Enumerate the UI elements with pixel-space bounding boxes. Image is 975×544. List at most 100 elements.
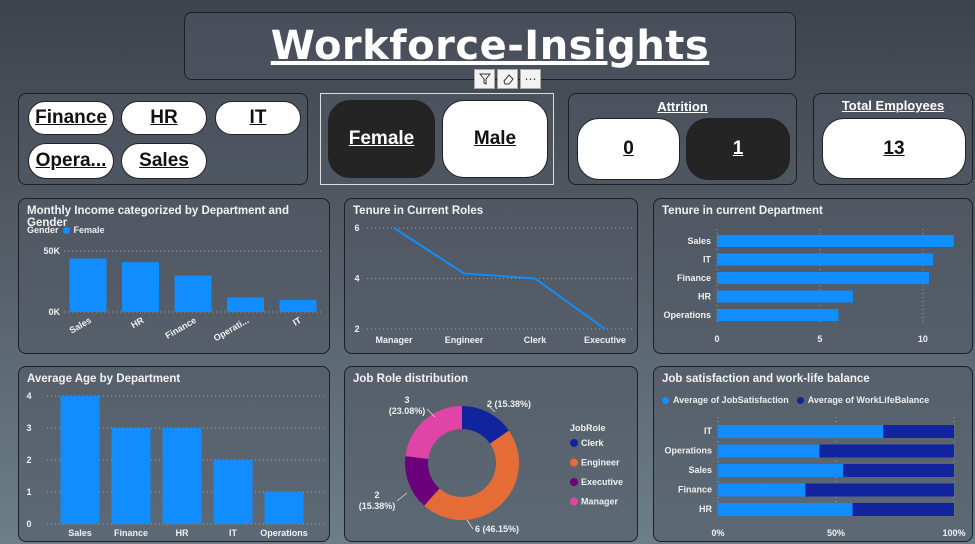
slicer-item-sales[interactable]: Sales (121, 143, 207, 179)
chart-plot: 50K 0K Sales HR Finance Operati... IT (43, 246, 324, 343)
y-tick-label: 4 (26, 391, 31, 401)
legend-dot-icon (570, 478, 578, 486)
attrition-item-0[interactable]: 0 (577, 118, 680, 180)
slicer-item-finance[interactable]: Finance (28, 101, 114, 135)
x-tick-label: HR (176, 528, 189, 538)
tenure-roles-chart: Tenure in Current Roles 6 4 2 Manager Engine… (344, 198, 638, 354)
bar (227, 297, 264, 312)
slicer-item-female[interactable]: Female (328, 100, 435, 178)
bar (264, 492, 304, 524)
y-tick-label: 50K (43, 246, 60, 256)
bar-segment (718, 464, 844, 477)
y-tick-label: 1 (26, 487, 31, 497)
x-tick-label: Sales (68, 528, 92, 538)
chart-plot: 0% 50% 100% IT Operations Sales Finance HR (664, 417, 966, 538)
chart-plot: 0 1 2 3 4 Sales Finance HR IT Operations (26, 391, 324, 538)
job-satisfaction-chart: Job satisfaction and work-life balance A… (653, 366, 973, 542)
bar (213, 460, 253, 524)
bar-segment (718, 444, 820, 458)
y-tick-label: IT (704, 426, 713, 436)
x-tick-label: Finance (164, 315, 198, 341)
attrition-title: Attrition (657, 99, 708, 114)
bar (162, 428, 202, 524)
gender-slicer: Female Male (320, 93, 554, 185)
filter-icon[interactable] (474, 69, 495, 89)
x-tick-label: Engineer (445, 335, 484, 345)
data-label-line: 3 (404, 395, 409, 405)
bar (174, 275, 212, 312)
slicer-item-hr[interactable]: HR (121, 101, 207, 135)
attrition-card: Attrition 0 1 (568, 93, 797, 185)
bar-segment (852, 503, 954, 516)
y-tick-label: 6 (354, 223, 359, 233)
x-tick-label: Executive (584, 335, 626, 345)
department-slicer: Finance HR IT Opera... Sales (18, 93, 308, 185)
chart-plot: 0 5 10 Sales IT Finance HR Operations (663, 229, 954, 344)
data-label: 2 (15.38%) (359, 490, 396, 511)
legend-dot-icon (570, 439, 578, 447)
bar (717, 253, 934, 266)
data-label-line: 2 (15.38%) (487, 399, 531, 409)
bar-segment (805, 483, 954, 497)
bar (717, 272, 930, 284)
monthly-income-chart: Monthly Income categorized by Department… (18, 198, 330, 354)
eraser-icon[interactable] (497, 69, 518, 89)
x-tick-label: 10 (918, 334, 928, 344)
legend-item: Manager (581, 497, 619, 507)
data-label-line: (23.08%) (389, 406, 426, 416)
x-tick-label: Operations (260, 528, 308, 538)
visual-toolbar: ⋯ (474, 69, 541, 89)
slicer-item-male[interactable]: Male (442, 100, 548, 178)
chart-plot: 2 (15.38%) 6 (46.15%) 2 (15.38%) 3 (23.08%) Jo… (359, 395, 623, 534)
data-label: 6 (46.15%) (475, 524, 519, 534)
job-role-chart: Job Role distribution 2 (15.38%) 6 (46.15… (344, 366, 638, 542)
more-options-icon[interactable]: ⋯ (520, 69, 541, 89)
bar (111, 428, 151, 524)
data-label: 3 (23.08%) (389, 395, 426, 416)
total-employees-title: Total Employees (841, 98, 945, 113)
pie-slice (424, 430, 519, 520)
bar (717, 235, 954, 247)
tenure-department-chart: Tenure in current Department 0 5 10 Sales IT… (653, 198, 973, 354)
bar-segment (843, 464, 954, 477)
slicer-item-operations[interactable]: Opera... (28, 143, 114, 179)
y-tick-label: Operations (663, 310, 711, 320)
legend-item: Executive (581, 477, 623, 487)
total-employees-value: 13 (822, 118, 966, 179)
x-tick-label: 0 (714, 334, 719, 344)
data-label-line: 2 (374, 490, 379, 500)
x-tick-label: Operati... (212, 315, 251, 343)
x-tick-label: Finance (114, 528, 148, 538)
label-leader (396, 492, 408, 502)
bar (122, 262, 159, 312)
data-label: 2 (15.38%) (487, 399, 531, 409)
x-tick-label: 0% (711, 528, 724, 538)
bar-segment (718, 425, 884, 438)
y-tick-label: HR (698, 292, 711, 302)
y-tick-label: 2 (26, 455, 31, 465)
y-tick-label: IT (703, 255, 712, 265)
bar-segment (819, 444, 954, 458)
y-tick-label: Finance (677, 273, 711, 283)
legend-dot-icon (570, 458, 578, 467)
y-tick-label: 0K (48, 307, 60, 317)
chart-plot: 6 4 2 Manager Engineer Clerk Executive (354, 223, 635, 345)
y-tick-label: 3 (26, 423, 31, 433)
slicer-item-it[interactable]: IT (215, 101, 301, 135)
label-leader (466, 519, 474, 530)
y-tick-label: 0 (26, 519, 31, 529)
x-tick-label: Clerk (524, 335, 548, 345)
bar-segment (883, 425, 954, 438)
bar (60, 396, 100, 524)
data-label-line: (15.38%) (359, 501, 396, 511)
bar (279, 299, 317, 312)
y-tick-label: Finance (678, 485, 712, 495)
page-title: Workforce-Insights (270, 23, 710, 69)
legend-item: Clerk (581, 438, 605, 448)
y-tick-label: Sales (688, 465, 712, 475)
x-tick-label: 100% (942, 528, 965, 538)
attrition-item-1[interactable]: 1 (686, 118, 790, 180)
x-tick-label: HR (129, 315, 146, 330)
bar (69, 258, 107, 312)
y-tick-label: 4 (354, 274, 359, 284)
